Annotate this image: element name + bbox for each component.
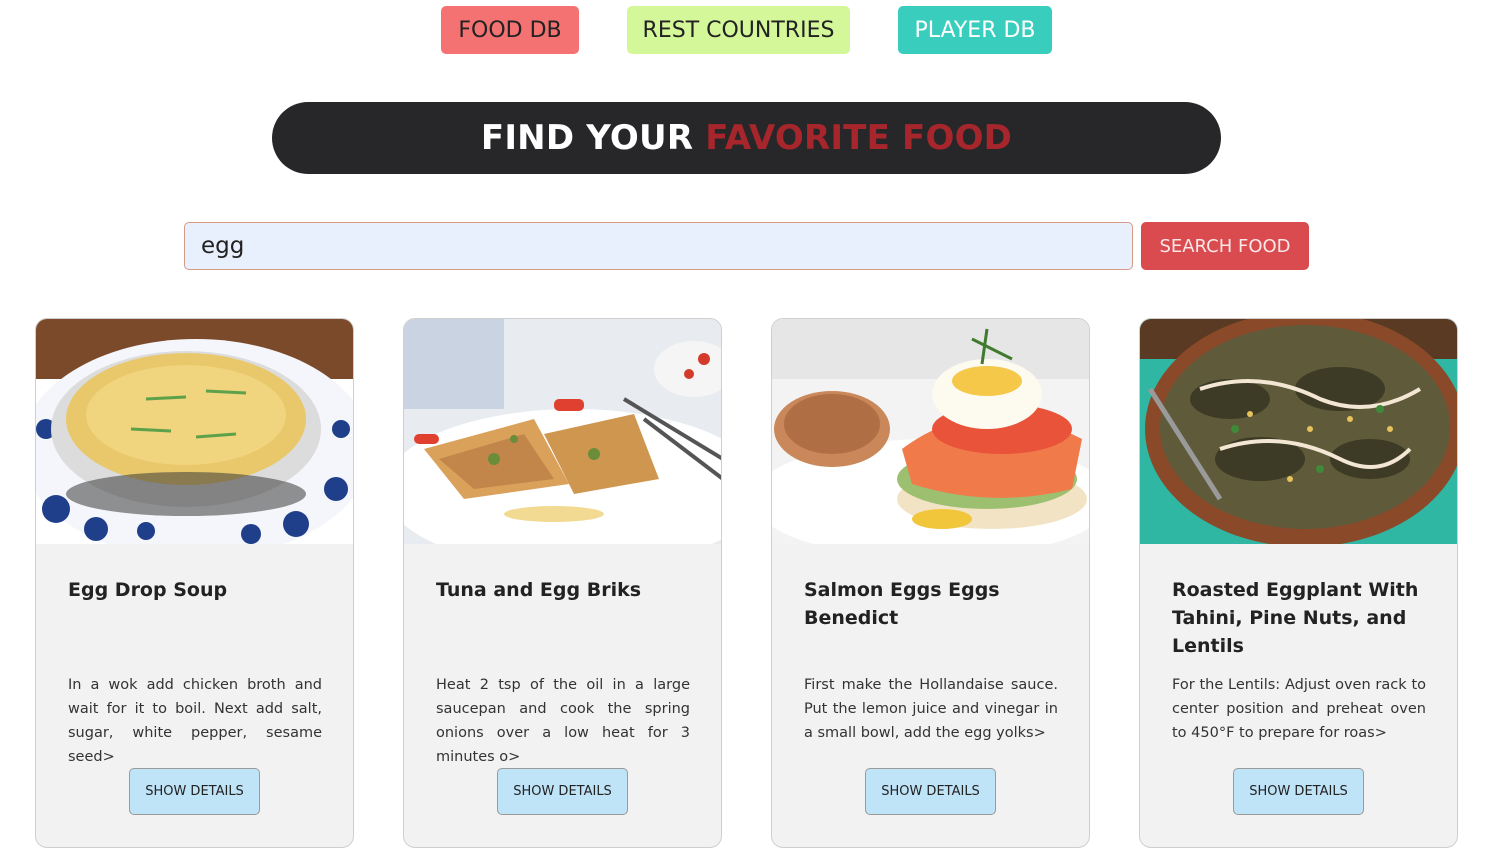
show-details-button[interactable]: SHOW DETAILS [865, 768, 996, 815]
card-description: In a wok add chicken broth and wait for … [68, 677, 322, 765]
nav-rest-countries-button[interactable]: REST COUNTRIES [627, 6, 850, 54]
food-card: Tuna and Egg Briks Heat 2 tsp of the oil… [403, 318, 722, 848]
card-description: First make the Hollandaise sauce. Put th… [804, 677, 1058, 741]
search-input[interactable] [184, 222, 1133, 270]
card-title: Egg Drop Soup [68, 579, 228, 601]
top-nav: FOOD DB REST COUNTRIES PLAYER DB [0, 6, 1504, 54]
show-details-button[interactable]: SHOW DETAILS [129, 768, 260, 815]
show-details-button[interactable]: SHOW DETAILS [1233, 768, 1364, 815]
food-card: Roasted Eggplant With Tahini, Pine Nuts,… [1139, 318, 1458, 848]
nav-food-db-button[interactable]: FOOD DB [441, 6, 579, 54]
page-title-banner: FIND YOUR FAVORITE FOOD [272, 102, 1221, 174]
show-details-button[interactable]: SHOW DETAILS [497, 768, 628, 815]
nav-player-db-button[interactable]: PLAYER DB [898, 6, 1052, 54]
card-title: Salmon Eggs Eggs Benedict [804, 579, 1000, 629]
food-card: Salmon Eggs Eggs Benedict First make the… [771, 318, 1090, 848]
card-description: Heat 2 tsp of the oil in a large saucepa… [436, 677, 690, 765]
page-title-accent: FAVORITE FOOD [705, 118, 1013, 158]
page-title-white: FIND YOUR [480, 118, 694, 158]
egg-drop-soup-image [36, 319, 353, 544]
salmon-eggs-benedict-image [772, 319, 1089, 544]
tuna-egg-briks-image [404, 319, 721, 544]
card-title: Roasted Eggplant With Tahini, Pine Nuts,… [1172, 579, 1419, 657]
card-description: For the Lentils: Adjust oven rack to cen… [1172, 677, 1426, 741]
search-food-button[interactable]: SEARCH FOOD [1141, 222, 1309, 270]
card-title: Tuna and Egg Briks [436, 579, 642, 601]
food-card: Egg Drop Soup In a wok add chicken broth… [35, 318, 354, 848]
roasted-eggplant-image [1140, 319, 1457, 544]
